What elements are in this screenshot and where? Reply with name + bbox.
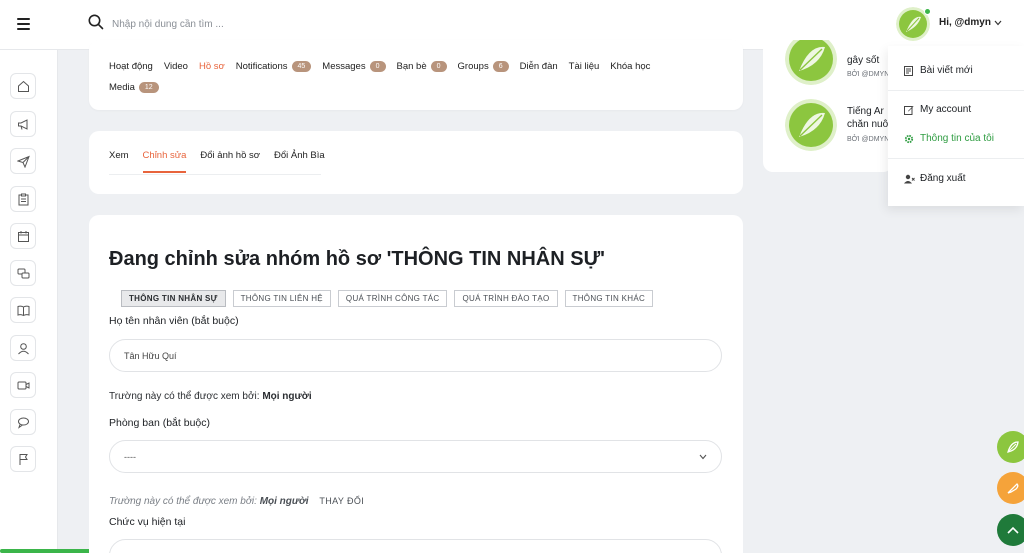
nav-item-courses[interactable]: Khóa học [610, 61, 650, 72]
nav-item-groups[interactable]: Groups 6 [458, 61, 509, 72]
position-field[interactable] [109, 539, 722, 553]
nav-item-media[interactable]: Media 12 [109, 82, 159, 93]
count-badge: 0 [430, 61, 447, 72]
department-selected-value: ---- [124, 451, 136, 462]
profile-subtabs-card: Xem Chỉnh sửa Đổi ảnh hồ sơ Đổi Ảnh Bìa [89, 131, 743, 194]
tab-contact-info[interactable]: THÔNG TIN LIÊN HỆ [232, 290, 331, 307]
tab-work-history[interactable]: QUÁ TRÌNH CÔNG TÁC [337, 290, 448, 307]
floating-leaf-button[interactable] [997, 431, 1024, 463]
nav-item-forums[interactable]: Diễn đàn [520, 61, 558, 72]
chevron-down-icon[interactable] [994, 20, 1002, 26]
profile-nav-row-2: Media 12 [109, 82, 170, 93]
book-icon[interactable] [10, 297, 36, 323]
nav-item-activity[interactable]: Hoạt động [109, 61, 153, 72]
position-label: Chức vụ hiện tại [109, 516, 186, 528]
online-status-dot [924, 8, 931, 15]
menu-item-my-info[interactable]: Thông tin của tôi [904, 133, 994, 144]
search-input[interactable] [112, 14, 412, 34]
comments-icon[interactable] [10, 409, 36, 435]
flag-icon[interactable] [10, 446, 36, 472]
employee-name-label: Họ tên nhân viên (bắt buộc) [109, 315, 239, 327]
nav-item-documents[interactable]: Tài liệu [569, 61, 600, 72]
post-thumbnail[interactable] [785, 40, 837, 85]
left-sidebar [0, 50, 58, 553]
video-icon[interactable] [10, 372, 36, 398]
home-icon[interactable] [10, 73, 36, 99]
feather-icon [1007, 483, 1019, 494]
profile-nav-card: Hoạt động Video Hồ sơ Notifications 45 Me… [89, 40, 743, 110]
menu-item-new-posts[interactable]: Bài viết mới [904, 65, 973, 76]
menu-item-my-account[interactable]: My account [904, 104, 971, 115]
scroll-to-top-button[interactable] [997, 514, 1024, 546]
department-select[interactable]: ---- [109, 440, 722, 473]
menu-divider [888, 90, 1024, 91]
search-icon[interactable] [88, 14, 104, 30]
chat-icon[interactable] [10, 260, 36, 286]
chevron-up-icon [1007, 526, 1019, 534]
tab-view[interactable]: Xem [109, 150, 129, 173]
nav-item-messages[interactable]: Messages 0 [322, 61, 386, 72]
tab-education[interactable]: QUÁ TRÌNH ĐÀO TẠO [454, 290, 558, 307]
profile-subtabs: Xem Chỉnh sửa Đổi ảnh hồ sơ Đổi Ảnh Bìa [109, 150, 339, 173]
edit-icon [904, 105, 916, 115]
user-logout-icon [904, 174, 916, 184]
megaphone-icon[interactable] [10, 111, 36, 137]
menu-item-logout[interactable]: Đăng xuất [904, 173, 966, 184]
count-badge: 45 [291, 61, 312, 72]
field-group-tabs: THÔNG TIN NHÂN SỰ THÔNG TIN LIÊN HỆ QUÁ … [121, 290, 660, 307]
post-title[interactable]: gây sốt [847, 54, 879, 67]
post-thumbnail[interactable] [785, 99, 837, 151]
user-dropdown-menu: Bài viết mới My account Thông tin của tô… [888, 46, 1024, 206]
send-icon[interactable] [10, 148, 36, 174]
department-label: Phòng ban (bắt buộc) [109, 417, 210, 429]
edit-profile-form: Đang chỉnh sửa nhóm hồ sơ 'THÔNG TIN NHÂ… [89, 215, 743, 553]
user-greeting[interactable]: Hi, @dmyn [939, 17, 991, 28]
count-badge: 12 [138, 82, 159, 93]
post-author: BỞI @DMYN [847, 136, 890, 143]
floating-write-button[interactable] [997, 472, 1024, 504]
tab-edit[interactable]: Chỉnh sửa [142, 150, 187, 173]
menu-icon[interactable] [17, 18, 30, 30]
employee-name-visibility: Trường này có thể được xem bởi: Mọi ngườ… [109, 391, 312, 402]
clipboard-icon[interactable] [10, 186, 36, 212]
change-visibility-button[interactable]: THAY ĐỔI [319, 496, 364, 506]
calendar-icon[interactable] [10, 223, 36, 249]
leaf-icon [1007, 441, 1019, 453]
subtabs-divider [109, 174, 321, 175]
page-title: Đang chỉnh sửa nhóm hồ sơ 'THÔNG TIN NHÂ… [109, 248, 605, 270]
employee-name-field[interactable] [109, 339, 722, 372]
user-icon[interactable] [10, 335, 36, 361]
count-badge: 6 [492, 61, 509, 72]
nav-item-friends[interactable]: Bạn bè 0 [397, 61, 447, 72]
nav-item-video[interactable]: Video [164, 61, 188, 72]
tab-personal-info[interactable]: THÔNG TIN NHÂN SỰ [121, 290, 226, 307]
document-icon [904, 65, 916, 76]
menu-divider [888, 158, 1024, 159]
chevron-down-icon [699, 454, 707, 459]
gear-icon [904, 134, 916, 144]
profile-nav-row-1: Hoạt động Video Hồ sơ Notifications 45 Me… [109, 61, 661, 72]
count-badge: 0 [369, 61, 386, 72]
post-author: BỞI @DMYN [847, 71, 890, 78]
post-title[interactable]: Tiếng Ar chăn nuô [847, 105, 888, 131]
nav-item-notifications[interactable]: Notifications 45 [236, 61, 312, 72]
nav-item-profile[interactable]: Hồ sơ [199, 61, 225, 72]
tab-other-info[interactable]: THÔNG TIN KHÁC [564, 290, 654, 307]
recent-posts-widget: gây sốt BỞI @DMYN Tiếng Ar chăn nuô BỞI … [763, 40, 893, 172]
department-visibility: Trường này có thể được xem bởi: Mọi ngườ… [109, 496, 365, 507]
tab-change-avatar[interactable]: Đổi ảnh hồ sơ [200, 150, 260, 173]
tab-change-cover[interactable]: Đổi Ảnh Bìa [274, 150, 325, 173]
